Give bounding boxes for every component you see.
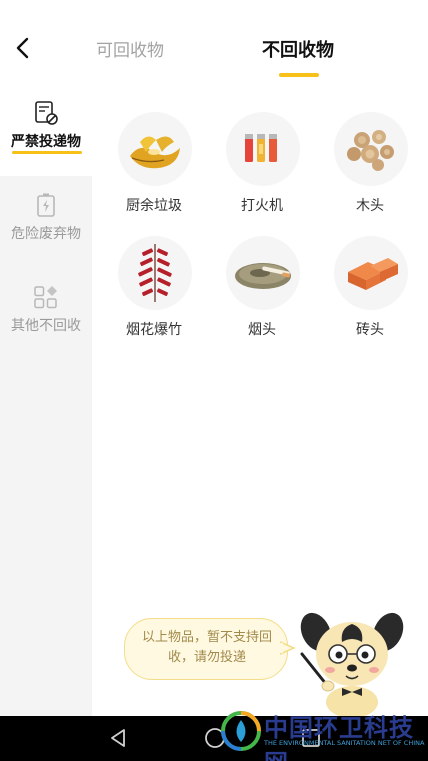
sidebar-item-label: 其他不回收 [11,318,81,334]
battery-icon [37,193,55,217]
watermark-logo-icon [221,711,261,751]
item-label: 烟头 [248,322,276,338]
brick-icon [348,258,398,290]
bubble-tail [280,641,296,655]
tab-recyclable[interactable]: 可回收物 [96,36,164,61]
item-image [334,112,408,186]
item-image [334,236,408,310]
notice-text: 以上物品，暂不支持回收，请勿投递 [141,630,272,665]
item-brick[interactable]: 砖头 [316,232,424,352]
sidebar-active-indicator [12,151,82,154]
item-label: 厨余垃圾 [126,198,182,214]
category-sidebar: 严禁投递物 危险废弃物 其他不回收 [0,84,92,716]
banana-peel-icon [130,136,180,169]
watermark-subtitle: THE ENVIRONMENTAL SANITATION NET OF CHIN… [264,739,425,747]
tab-non-recyclable[interactable]: 不回收物 [262,36,334,62]
item-lighter[interactable]: 打火机 [208,108,316,228]
item-label: 木头 [356,198,384,214]
sidebar-item-other[interactable]: 其他不回收 [0,268,92,360]
item-wood[interactable]: 木头 [316,108,424,228]
watermark: 中国环卫科技网 THE ENVIRONMENTAL SANITATION NET… [216,704,428,761]
item-firecracker[interactable]: 烟花爆竹 [100,232,208,352]
item-image [226,112,300,186]
lighter-icon [245,134,277,162]
item-label: 打火机 [241,198,283,214]
item-label: 砖头 [356,322,384,338]
active-tab-indicator [279,73,319,77]
app-screen: 可回收物 不回收物 严禁投递物 危险废弃物 其他不回收 厨余垃圾 打火机 木头 … [0,0,428,761]
sidebar-item-forbidden[interactable]: 严禁投递物 [0,84,92,176]
item-label: 烟花爆竹 [126,322,182,338]
item-image [226,236,300,310]
dog-mascot-icon [300,612,404,716]
item-image [118,112,192,186]
sidebar-item-hazardous[interactable]: 危险废弃物 [0,176,92,268]
wood-slices-icon [347,130,394,171]
notice-bubble: 以上物品，暂不支持回收，请勿投递 [124,618,288,680]
item-kitchen-waste[interactable]: 厨余垃圾 [100,108,208,228]
item-image [118,236,192,310]
header: 可回收物 不回收物 [0,0,428,84]
sidebar-item-label: 危险废弃物 [11,226,81,242]
cigarette-icon [235,263,291,289]
item-cigarette-butt[interactable]: 烟头 [208,232,316,352]
firecracker-icon [138,244,172,302]
sidebar-item-label: 严禁投递物 [11,134,81,150]
forbidden-item-icon [35,101,58,125]
grid-icon [34,286,57,309]
watermark-title: 中国环卫科技网 [264,714,414,761]
back-arrow-icon[interactable] [10,34,38,62]
nav-back-icon[interactable] [106,726,130,750]
